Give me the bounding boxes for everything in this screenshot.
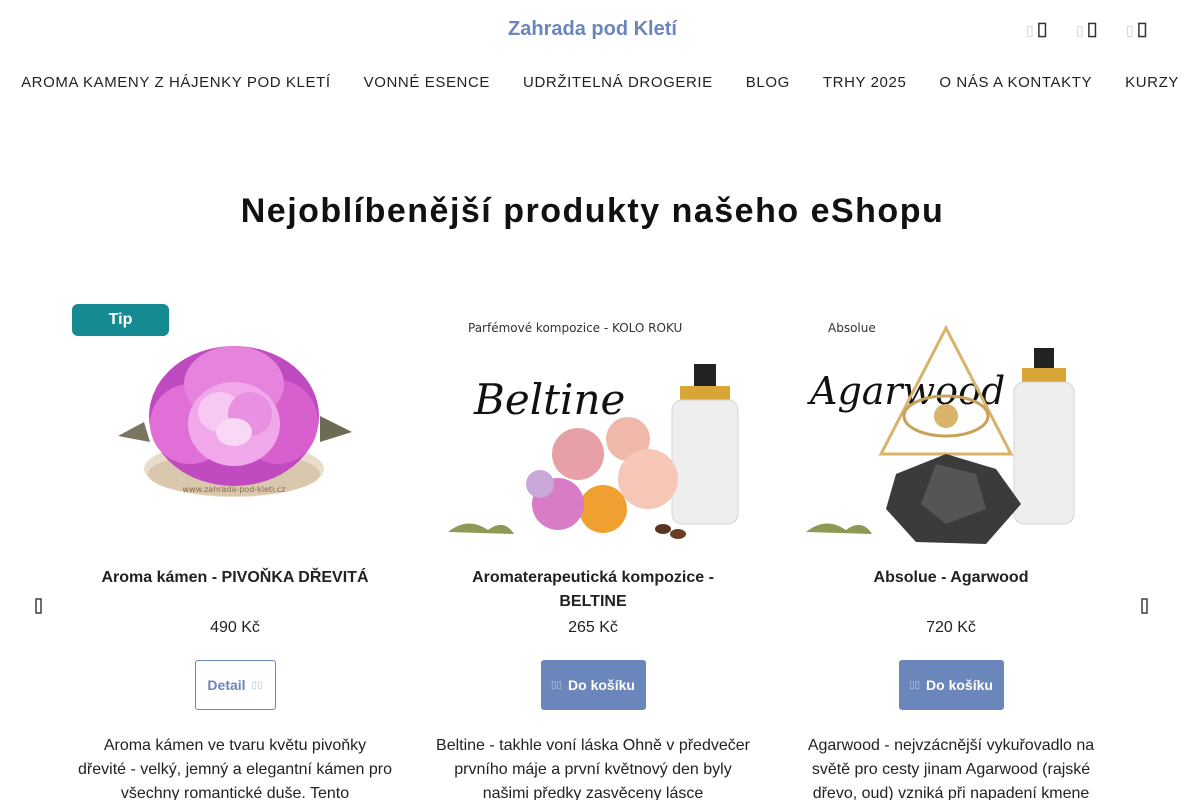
arrow-right-icon: ▯▯	[251, 679, 263, 691]
nav-item-blog[interactable]: BLOG	[746, 74, 790, 91]
beltine-product-image: Parfémové kompozice - KOLO ROKU Beltine	[448, 321, 739, 539]
product-description: Aroma kámen ve tvaru květu pivoňky dřevi…	[78, 737, 392, 800]
image-caption: Absolue	[828, 321, 876, 335]
nav-item-udrzitelna-drogerie[interactable]: UDRŽITELNÁ DROGERIE	[523, 74, 713, 91]
cart-icon: ▯▯	[551, 679, 563, 691]
product-price: 720 Kč	[926, 619, 976, 636]
add-to-cart-button[interactable]: ▯▯ Do košíku	[898, 660, 1004, 710]
product-description: Beltine - takhle voní láska Ohně v předv…	[436, 737, 750, 800]
nav-item-o-nas[interactable]: O NÁS A KONTAKTY	[939, 74, 1092, 91]
chevron-left-icon	[35, 598, 42, 614]
add-to-cart-label: Do košíku	[926, 677, 993, 693]
product-name[interactable]: Aroma kámen - PIVOŇKA DŘEVITÁ	[70, 566, 400, 614]
product-image[interactable]: Absolue Agarwood	[786, 304, 1116, 549]
image-caption: Parfémové kompozice - KOLO ROKU	[468, 321, 682, 335]
product-name[interactable]: Absolue - Agarwood	[786, 566, 1116, 614]
detail-button[interactable]: Detail ▯▯	[194, 660, 276, 710]
search-button[interactable]: ▯	[1026, 18, 1048, 42]
product-card: Tip www.zahrada-pod-kleti.cz Aroma kámen…	[70, 304, 400, 800]
icon-placeholder-glyph: ▯	[1076, 21, 1084, 38]
product-description: Agarwood - nejvzácnější vykuřovadlo na s…	[807, 737, 1095, 800]
header-actions: ▯ ▯ ▯	[1026, 18, 1148, 42]
carousel-next-button[interactable]	[1138, 596, 1152, 616]
add-to-cart-button[interactable]: ▯▯ Do košíku	[540, 660, 646, 710]
cart-icon: ▯▯	[909, 679, 921, 691]
image-script-title: Beltine	[473, 375, 625, 424]
product-price: 265 Kč	[568, 619, 618, 636]
main-nav: AROMA KAMENY Z HÁJENKY POD KLETÍ VONNÉ E…	[0, 74, 1200, 91]
product-image[interactable]: Parfémové kompozice - KOLO ROKU Beltine	[428, 304, 758, 549]
section-title: Nejoblíbenější produkty našeho eShopu	[240, 192, 945, 230]
site-header: Zahrada pod Kletí ▯ ▯ ▯	[0, 0, 1200, 60]
cart-button[interactable]: ▯	[1126, 18, 1148, 42]
cart-icon	[1137, 22, 1146, 38]
user-icon	[1087, 22, 1096, 38]
icon-placeholder-glyph: ▯	[1026, 21, 1034, 38]
product-image[interactable]: Tip www.zahrada-pod-kleti.cz	[70, 304, 400, 549]
tip-badge: Tip	[72, 304, 169, 336]
product-price: 490 Kč	[210, 619, 260, 636]
site-logo[interactable]: Zahrada pod Kletí	[0, 18, 1185, 41]
agarwood-product-image: Absolue Agarwood	[806, 321, 1075, 544]
product-name[interactable]: Aromaterapeutická kompozice - BELTINE	[428, 566, 758, 614]
product-card: Absolue Agarwood Absolue - Agarwood 720 …	[786, 304, 1116, 800]
detail-button-label: Detail	[207, 677, 246, 693]
nav-item-aroma-kameny[interactable]: AROMA KAMENY Z HÁJENKY POD KLETÍ	[21, 74, 331, 91]
nav-item-vonne-esence[interactable]: VONNÉ ESENCE	[364, 74, 490, 91]
icon-placeholder-glyph: ▯	[1126, 21, 1134, 38]
product-card: Parfémové kompozice - KOLO ROKU Beltine …	[428, 304, 758, 800]
carousel-prev-button[interactable]	[32, 596, 46, 616]
chevron-right-icon	[1141, 598, 1148, 614]
nav-item-kurzy[interactable]: KURZY	[1125, 74, 1179, 91]
peony-stone-image: www.zahrada-pod-kleti.cz	[118, 346, 352, 497]
add-to-cart-label: Do košíku	[568, 677, 635, 693]
nav-item-trhy[interactable]: TRHY 2025	[823, 74, 907, 91]
image-watermark: www.zahrada-pod-kleti.cz	[183, 485, 286, 494]
user-button[interactable]: ▯	[1076, 18, 1098, 42]
search-icon	[1037, 22, 1046, 38]
